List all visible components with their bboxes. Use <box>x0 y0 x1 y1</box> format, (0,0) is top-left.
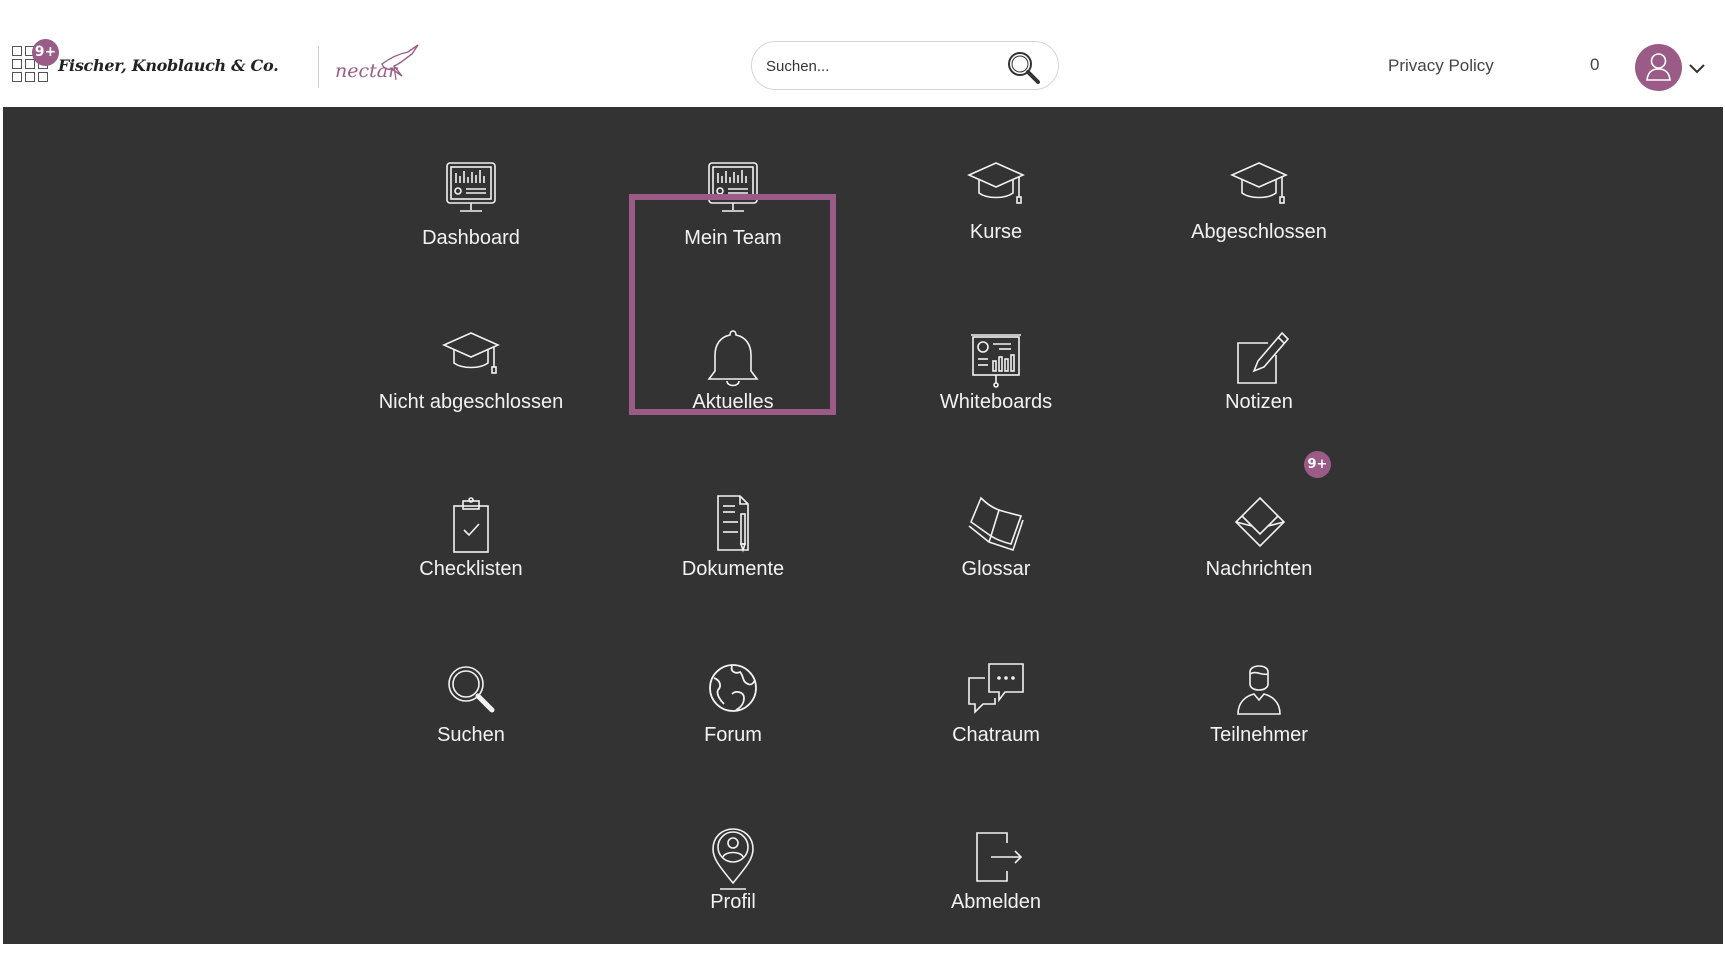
menu-item-label: Nicht abgeschlossen <box>378 391 564 413</box>
menu-item-dashboard[interactable]: Dashboard <box>368 107 574 257</box>
top-header: 9+ Fischer, Knoblauch & Co. nectar Priva… <box>0 0 1725 107</box>
user-avatar-icon <box>1646 53 1671 81</box>
person-icon <box>1224 658 1294 728</box>
user-avatar[interactable] <box>1635 44 1682 91</box>
menu-item-aktuelles[interactable]: Aktuelles <box>630 277 836 427</box>
logo-divider <box>318 46 319 88</box>
menu-item-kurse[interactable]: Kurse <box>893 107 1099 257</box>
menu-item-dokumente[interactable]: Dokumente <box>630 444 836 594</box>
menu-item-label: Chatraum <box>952 724 1040 746</box>
search-input[interactable] <box>766 52 996 80</box>
logout-icon <box>961 825 1031 895</box>
menu-item-teilnehmer[interactable]: Teilnehmer <box>1156 610 1362 760</box>
menu-item-label: Abmelden <box>950 891 1042 913</box>
search-icon[interactable] <box>1005 49 1041 85</box>
globe-icon <box>698 658 768 728</box>
magnifier-icon <box>436 658 506 728</box>
menu-item-nicht-abgeschlossen[interactable]: Nicht abgeschlossen <box>368 277 574 427</box>
menu-item-suchen[interactable]: Suchen <box>368 610 574 760</box>
menu-item-label: Abgeschlossen <box>1191 221 1327 243</box>
apps-grid-button[interactable]: 9+ <box>12 39 59 82</box>
bottom-margin <box>0 944 1725 955</box>
monitor-dashboard-icon <box>436 155 506 225</box>
menu-item-notizen[interactable]: Notizen <box>1156 277 1362 427</box>
document-pen-icon <box>698 492 768 562</box>
menu-item-forum[interactable]: Forum <box>630 610 836 760</box>
menu-item-label: Notizen <box>1225 391 1293 413</box>
menu-item-label: Nachrichten <box>1205 558 1313 580</box>
menu-item-label: Dokumente <box>681 558 785 580</box>
bell-icon <box>698 325 768 395</box>
open-book-icon <box>961 492 1031 562</box>
graduation-cap-icon <box>436 325 506 395</box>
whiteboard-icon <box>961 325 1031 395</box>
menu-item-abmelden[interactable]: Abmelden <box>893 777 1099 927</box>
menu-item-abgeschlossen[interactable]: Abgeschlossen <box>1156 107 1362 257</box>
search-bar <box>751 41 1059 90</box>
menu-item-label: Teilnehmer <box>1210 724 1308 746</box>
graduation-cap-icon <box>961 155 1031 225</box>
menu-item-label: Forum <box>704 724 762 746</box>
envelope-icon <box>1224 492 1294 562</box>
menu-item-label: Glossar <box>961 558 1031 580</box>
menu-item-label: Suchen <box>437 724 505 746</box>
notification-count[interactable]: 0 <box>1590 55 1599 75</box>
main-menu-panel: Dashboard Mein Team Kurse Abgeschlossen … <box>3 107 1723 944</box>
menu-item-label: Dashboard <box>422 227 520 249</box>
clipboard-check-icon <box>436 492 506 562</box>
privacy-policy-link[interactable]: Privacy Policy <box>1388 56 1494 76</box>
graduation-cap-icon <box>1224 155 1294 225</box>
menu-item-profil[interactable]: Profil <box>630 777 836 927</box>
location-profile-icon <box>698 825 768 895</box>
apps-notification-badge: 9+ <box>32 39 59 66</box>
company-logo-text: Fischer, Knoblauch & Co. <box>58 56 279 75</box>
messages-unread-badge: 9+ <box>1304 451 1331 478</box>
edit-note-icon <box>1224 325 1294 395</box>
menu-item-glossar[interactable]: Glossar <box>893 444 1099 594</box>
chat-bubbles-icon <box>961 658 1031 728</box>
menu-item-label: Aktuelles <box>692 391 774 413</box>
menu-item-label: Whiteboards <box>939 391 1053 413</box>
menu-item-nachrichten[interactable]: 9+ Nachrichten <box>1156 444 1362 594</box>
menu-item-label: Kurse <box>969 221 1023 243</box>
menu-item-label: Profil <box>710 891 756 913</box>
menu-item-label: Checklisten <box>419 558 523 580</box>
menu-item-whiteboards[interactable]: Whiteboards <box>893 277 1099 427</box>
chevron-down-icon[interactable] <box>1688 60 1706 78</box>
menu-item-checklisten[interactable]: Checklisten <box>368 444 574 594</box>
menu-item-mein-team[interactable]: Mein Team <box>630 107 836 257</box>
menu-item-chatraum[interactable]: Chatraum <box>893 610 1099 760</box>
monitor-dashboard-icon <box>698 155 768 225</box>
brand-wordmark: nectar <box>335 60 398 82</box>
menu-item-label: Mein Team <box>684 227 782 249</box>
